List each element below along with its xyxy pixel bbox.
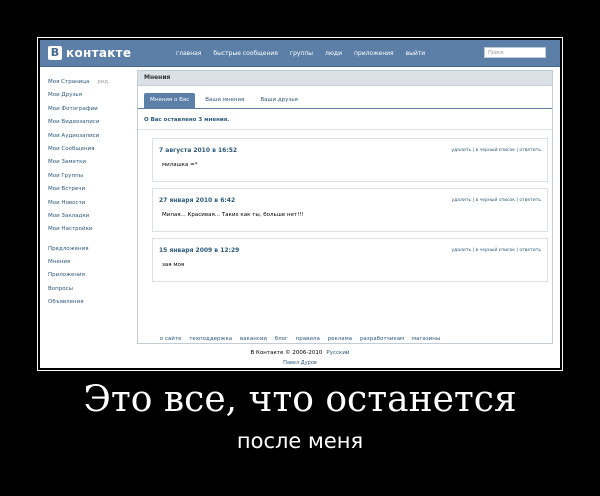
footer-link-developers[interactable]: разработчикам — [360, 336, 404, 342]
sidebar-item-my-page[interactable]: Моя Страница ред. — [48, 76, 128, 89]
top-bar: В контакте главная быстрые сообщения гру… — [40, 40, 560, 67]
tab-opinions-about-you[interactable]: Мнения о Вас — [144, 93, 196, 108]
opinion-summary: О Вас оставлено 3 мнения. — [144, 117, 230, 123]
vk-screenshot: В контакте главная быстрые сообщения гру… — [40, 40, 560, 368]
poster-caption: Это все, что останется — [83, 379, 517, 420]
opinion-text: зая моя — [162, 262, 185, 268]
sidebar-item-messages[interactable]: Мои Сообщения — [48, 143, 128, 156]
sidebar-item-groups[interactable]: Мои Группы — [48, 170, 128, 183]
sidebar-item-settings[interactable]: Мои Настройки — [48, 223, 128, 236]
sidebar-item-news[interactable]: Мои Новости — [48, 197, 128, 210]
sidebar-item-notes[interactable]: Мои Заметки — [48, 156, 128, 169]
sidebar-item-videos[interactable]: Мои Видеозаписи — [48, 116, 128, 129]
opinion-actions[interactable]: удалить | в черный список | ответить — [452, 198, 541, 203]
sidebar-item-bookmarks[interactable]: Мои Закладки — [48, 210, 128, 223]
footer-link-ads[interactable]: реклама — [328, 336, 353, 342]
opinion-card: 27 января 2010 в 6:42 удалить | в черный… — [152, 188, 548, 232]
summary-divider — [138, 129, 552, 130]
sidebar-item-photos[interactable]: Мои Фотографии — [48, 103, 128, 116]
tab-your-opinions[interactable]: Ваши мнения — [199, 93, 250, 108]
sidebar-item-events[interactable]: Мои Встречи — [48, 183, 128, 196]
opinion-date: 27 января 2010 в 6:42 — [159, 197, 236, 204]
footer-link-shops[interactable]: магазины — [412, 336, 440, 342]
tab-bar: Мнения о Вас Ваши мнения Ваши друзья — [144, 93, 304, 108]
footer-link-about[interactable]: о сайте — [160, 336, 182, 342]
sidebar-item-offers[interactable]: Предложения — [48, 243, 128, 256]
footer-link-support[interactable]: техподдержка — [189, 336, 232, 342]
nav-groups[interactable]: группы — [284, 50, 319, 57]
author-link[interactable]: Павел Дуров — [40, 360, 560, 366]
opinion-date: 15 января 2009 в 12:29 — [159, 247, 240, 254]
opinion-card: 15 января 2009 в 12:29 удалить | в черны… — [152, 238, 548, 282]
language-link[interactable]: Русский — [326, 350, 349, 356]
sidebar-item-opinions[interactable]: Мнения — [48, 256, 128, 269]
nav-apps[interactable]: приложения — [348, 50, 400, 57]
poster-subcaption: после меня — [236, 429, 364, 453]
opinion-date: 7 августа 2010 в 16:52 — [159, 147, 238, 154]
sidebar: Моя Страница ред. Мои Друзья Мои Фотограф… — [48, 76, 128, 310]
page-title: Мнения — [138, 71, 552, 86]
vk-logo-icon: В — [48, 46, 62, 60]
opinion-actions[interactable]: удалить | в черный список | ответить — [452, 148, 541, 153]
footer-link-blog[interactable]: блог — [275, 336, 288, 342]
tab-your-friends[interactable]: Ваши друзья — [254, 93, 304, 108]
footer-links: о сайте техподдержка вакансии блог прави… — [40, 336, 560, 342]
tab-underline — [138, 108, 552, 109]
copyright: В Контакте © 2006-2010 Русский — [40, 350, 560, 356]
sidebar-item-audio[interactable]: Мои Аудиозаписи — [48, 130, 128, 143]
opinion-card: 7 августа 2010 в 16:52 удалить | в черны… — [152, 138, 548, 182]
sidebar-item-ads[interactable]: Объявления — [48, 296, 128, 309]
nav-home[interactable]: главная — [170, 50, 207, 57]
main-panel: Мнения Мнения о Вас Ваши мнения Ваши дру… — [137, 70, 553, 344]
sidebar-item-apps[interactable]: Приложения — [48, 269, 128, 282]
opinion-text: милашка =* — [162, 162, 198, 168]
vk-logo[interactable]: В контакте — [48, 45, 131, 61]
nav-people[interactable]: люди — [319, 50, 348, 57]
vk-logo-text: контакте — [66, 46, 132, 60]
copyright-text: В Контакте © 2006-2010 — [250, 350, 323, 356]
nav-logout[interactable]: выйти — [400, 50, 432, 57]
top-nav: главная быстрые сообщения группы люди пр… — [170, 40, 431, 66]
opinion-text: Милая... Красивая... Таких как ты, больш… — [162, 212, 304, 218]
footer-link-jobs[interactable]: вакансии — [240, 336, 267, 342]
nav-quick-messages[interactable]: быстрые сообщения — [207, 50, 284, 57]
sidebar-item-questions[interactable]: Вопросы — [48, 283, 128, 296]
opinion-actions[interactable]: удалить | в черный список | ответить — [452, 248, 541, 253]
edit-link[interactable]: ред. — [97, 79, 109, 85]
sidebar-item-friends[interactable]: Мои Друзья — [48, 89, 128, 102]
footer-link-rules[interactable]: правила — [296, 336, 320, 342]
search-input[interactable]: Поиск — [484, 47, 546, 58]
